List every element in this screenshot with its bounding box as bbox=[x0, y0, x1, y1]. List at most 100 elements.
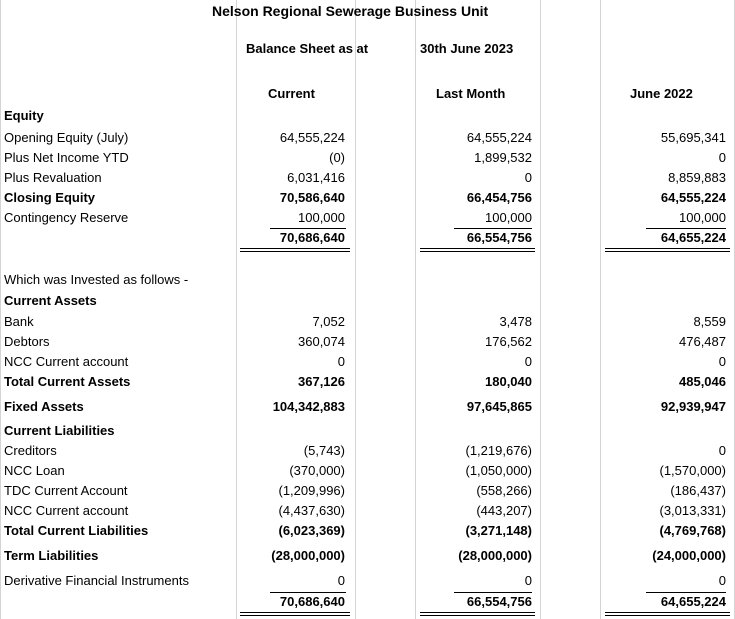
column-header-june-2022: June 2022 bbox=[630, 86, 693, 101]
total-double-underline bbox=[240, 612, 350, 616]
table-row: Term Liabilities (28,000,000) (28,000,000)… bbox=[0, 546, 735, 566]
table-row: Equity bbox=[0, 106, 735, 126]
value-current: (28,000,000) bbox=[271, 548, 345, 563]
column-header-current: Current bbox=[268, 86, 315, 101]
value-june-2022: 100,000 bbox=[679, 210, 726, 225]
value-current: (370,000) bbox=[289, 463, 345, 478]
value-june-2022: 476,487 bbox=[679, 334, 726, 349]
value-june-2022: (3,013,331) bbox=[659, 503, 727, 518]
table-row: Which was Invested as follows - bbox=[0, 270, 735, 290]
value-last-month bbox=[414, 270, 532, 290]
row-label bbox=[4, 592, 234, 612]
value-current: (4,437,630) bbox=[278, 503, 346, 518]
value-current: 70,686,640 bbox=[279, 230, 345, 245]
table-row: NCC Loan (370,000) (1,050,000) (1,570,000) bbox=[0, 461, 735, 481]
value-june-2022: 0 bbox=[718, 443, 726, 458]
sheet-title: Nelson Regional Sewerage Business Unit bbox=[212, 3, 489, 19]
table-row: 70,686,640 66,554,756 64,655,224 bbox=[0, 592, 735, 612]
row-label: Closing Equity bbox=[4, 190, 95, 205]
value-june-2022: (24,000,000) bbox=[652, 548, 726, 563]
row-label: Term Liabilities bbox=[4, 548, 99, 563]
value-last-month: (1,219,676) bbox=[465, 443, 533, 458]
value-last-month: (558,266) bbox=[476, 483, 532, 498]
value-current: (0) bbox=[329, 150, 345, 165]
value-last-month: 100,000 bbox=[485, 210, 532, 225]
subtotal-rule bbox=[270, 592, 346, 593]
value-june-2022: (4,769,768) bbox=[659, 523, 727, 538]
value-last-month: 0 bbox=[524, 170, 532, 185]
total-double-underline bbox=[420, 248, 535, 252]
table-row: Fixed Assets 104,342,883 97,645,865 92,939,… bbox=[0, 397, 735, 417]
value-june-2022: (1,570,000) bbox=[659, 463, 727, 478]
value-last-month: 180,040 bbox=[485, 374, 532, 389]
value-last-month: 3,478 bbox=[499, 314, 532, 329]
value-current bbox=[236, 421, 345, 441]
table-row: Derivative Financial Instruments 0 0 0 bbox=[0, 571, 735, 591]
value-last-month: 0 bbox=[524, 354, 532, 369]
value-last-month: 66,554,756 bbox=[466, 594, 532, 609]
value-last-month: 0 bbox=[524, 573, 532, 588]
value-current: 64,555,224 bbox=[279, 130, 345, 145]
value-current: (5,743) bbox=[303, 443, 345, 458]
table-row: Opening Equity (July) 64,555,224 64,555,22… bbox=[0, 128, 735, 148]
subtotal-rule bbox=[646, 228, 726, 229]
value-june-2022: 64,655,224 bbox=[660, 594, 726, 609]
value-current: 70,686,640 bbox=[279, 594, 345, 609]
value-june-2022: 92,939,947 bbox=[660, 399, 726, 414]
table-row: Current Assets bbox=[0, 291, 735, 311]
value-current bbox=[236, 106, 345, 126]
value-current: 6,031,416 bbox=[287, 170, 345, 185]
value-last-month: 64,555,224 bbox=[466, 130, 532, 145]
value-current: 360,074 bbox=[298, 334, 345, 349]
value-last-month bbox=[414, 421, 532, 441]
table-row: Bank 7,052 3,478 8,559 bbox=[0, 312, 735, 332]
total-double-underline bbox=[420, 612, 535, 616]
table-row: Creditors (5,743) (1,219,676) 0 bbox=[0, 441, 735, 461]
value-current bbox=[236, 291, 345, 311]
spreadsheet: Nelson Regional Sewerage Business Unit B… bbox=[0, 0, 735, 619]
value-current: 104,342,883 bbox=[272, 399, 345, 414]
total-double-underline bbox=[605, 612, 730, 616]
value-last-month: (3,271,148) bbox=[465, 523, 533, 538]
table-row: Plus Revaluation 6,031,416 0 8,859,883 bbox=[0, 168, 735, 188]
row-label: NCC Current account bbox=[4, 354, 129, 369]
subtotal-rule bbox=[454, 592, 532, 593]
value-june-2022 bbox=[600, 291, 726, 311]
value-last-month: 1,899,532 bbox=[474, 150, 532, 165]
value-current: (6,023,369) bbox=[278, 523, 346, 538]
value-current: (1,209,996) bbox=[278, 483, 346, 498]
value-june-2022: 0 bbox=[718, 354, 726, 369]
row-label: Plus Net Income YTD bbox=[4, 150, 129, 165]
value-last-month: (28,000,000) bbox=[458, 548, 532, 563]
row-label: Fixed Assets bbox=[4, 399, 84, 414]
value-june-2022: 0 bbox=[718, 150, 726, 165]
value-june-2022: 8,859,883 bbox=[668, 170, 726, 185]
subtotal-rule bbox=[270, 228, 346, 229]
row-label: Current Assets bbox=[4, 293, 97, 308]
row-label: Plus Revaluation bbox=[4, 170, 102, 185]
value-current: 367,126 bbox=[298, 374, 345, 389]
value-june-2022 bbox=[600, 421, 726, 441]
value-june-2022: 0 bbox=[718, 573, 726, 588]
table-row: NCC Current account (4,437,630) (443,207) (… bbox=[0, 501, 735, 521]
row-label: Total Current Liabilities bbox=[4, 523, 149, 538]
row-label: Equity bbox=[4, 108, 44, 123]
row-label: TDC Current Account bbox=[4, 483, 128, 498]
value-june-2022 bbox=[600, 106, 726, 126]
row-label: Bank bbox=[4, 314, 34, 329]
value-last-month: 66,554,756 bbox=[466, 230, 532, 245]
total-double-underline bbox=[240, 248, 350, 252]
row-label: Creditors bbox=[4, 443, 57, 458]
row-label: Derivative Financial Instruments bbox=[4, 573, 189, 588]
balance-sheet-label: Balance Sheet as at bbox=[246, 41, 369, 56]
subtotal-rule bbox=[646, 592, 726, 593]
value-last-month: (443,207) bbox=[476, 503, 532, 518]
row-label: NCC Loan bbox=[4, 463, 65, 478]
row-label: Total Current Assets bbox=[4, 374, 131, 389]
table-row: Total Current Liabilities (6,023,369) (3,2… bbox=[0, 521, 735, 541]
subtotal-rule bbox=[454, 228, 532, 229]
row-label bbox=[4, 228, 234, 248]
table-row: Debtors 360,074 176,562 476,487 bbox=[0, 332, 735, 352]
total-double-underline bbox=[605, 248, 730, 252]
value-june-2022: 64,555,224 bbox=[660, 190, 726, 205]
